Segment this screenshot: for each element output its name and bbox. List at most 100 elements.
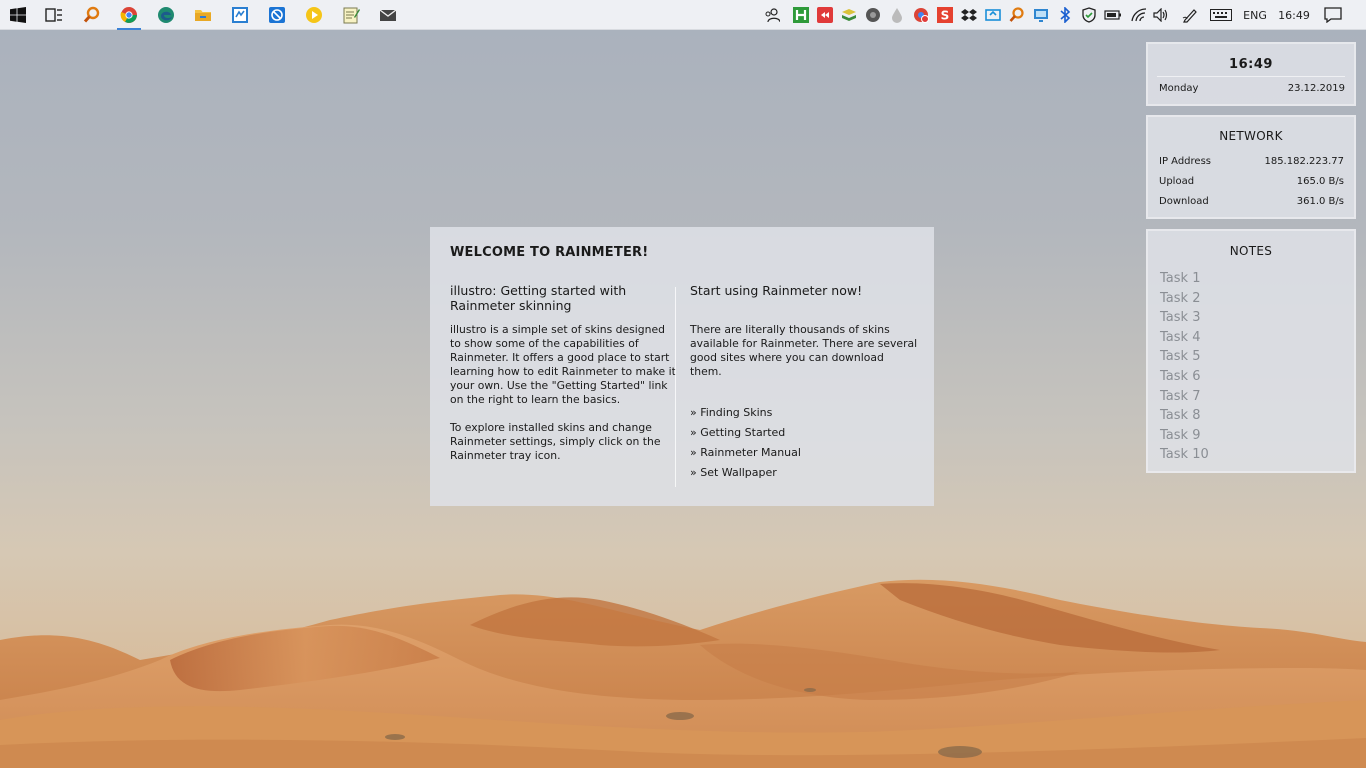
tray-keyboard[interactable] — [1208, 0, 1234, 30]
tray-app-monitor[interactable] — [1029, 0, 1053, 30]
clock-date: 23.12.2019 — [1287, 83, 1345, 94]
yellow-play-icon — [305, 6, 323, 24]
taskbar-time: 16:49 — [1278, 8, 1310, 22]
svg-text:S: S — [941, 9, 950, 23]
tray-bluetooth[interactable] — [1053, 0, 1077, 30]
note-item[interactable]: Task 1 — [1160, 269, 1209, 289]
welcome-links: » Finding Skins » Getting Started » Rain… — [690, 403, 918, 483]
note-item[interactable]: Task 8 — [1160, 406, 1209, 426]
welcome-title: WELCOME TO RAINMETER! — [450, 245, 649, 260]
app-blue-circle-icon — [268, 6, 286, 24]
network-label: Download — [1159, 196, 1209, 207]
task-view-button[interactable] — [36, 0, 72, 30]
network-value: 165.0 B/s — [1296, 176, 1344, 187]
link-rainmeter-manual[interactable]: » Rainmeter Manual — [690, 443, 918, 463]
taskbar-app-notepad[interactable] — [333, 0, 369, 30]
windows-start-button[interactable] — [0, 0, 36, 30]
tray-app-drop[interactable] — [885, 0, 909, 30]
right-body-paragraph: There are literally thousands of skins a… — [690, 323, 918, 378]
windows-start-icon — [10, 7, 26, 23]
note-item[interactable]: Task 6 — [1160, 367, 1209, 387]
clock-time: 16:49 — [1229, 57, 1273, 72]
pen-icon — [1182, 7, 1198, 23]
bluetooth-icon — [1059, 7, 1071, 23]
action-center-button[interactable] — [1320, 0, 1346, 30]
green-h-icon — [793, 7, 809, 23]
taskbar-app-blue[interactable] — [259, 0, 295, 30]
tray-security[interactable] — [1077, 0, 1101, 30]
tray-app-dropbox[interactable] — [957, 0, 981, 30]
welcome-right-column: Start using Rainmeter now! There are lit… — [690, 283, 918, 483]
tray-app-red[interactable] — [813, 0, 837, 30]
tray-app-stack[interactable] — [837, 0, 861, 30]
note-item[interactable]: Task 7 — [1160, 387, 1209, 407]
tray-pen[interactable] — [1178, 0, 1202, 30]
taskbar-app-store[interactable] — [222, 0, 258, 30]
language-indicator[interactable]: ENG — [1240, 0, 1270, 30]
note-item[interactable]: Task 5 — [1160, 347, 1209, 367]
edge-icon — [157, 6, 175, 24]
left-body-paragraph: To explore installed skins and change Ra… — [450, 421, 661, 462]
keyboard-icon — [1210, 9, 1232, 21]
note-item[interactable]: Task 3 — [1160, 308, 1209, 328]
monitor-icon — [1033, 7, 1049, 23]
taskbar-app-chrome[interactable] — [111, 0, 147, 30]
people-icon — [764, 7, 780, 23]
search-tool-icon — [83, 6, 101, 24]
clock-widget[interactable]: 16:49 Monday 23.12.2019 — [1146, 42, 1356, 106]
drop-icon — [889, 7, 905, 23]
taskbar-app-search-tool[interactable] — [74, 0, 110, 30]
network-title: NETWORK — [1219, 129, 1283, 143]
link-finding-skins[interactable]: » Finding Skins — [690, 403, 918, 423]
network-row-upload: Upload 165.0 B/s — [1159, 176, 1344, 187]
notification-icon — [1324, 7, 1342, 23]
notes-widget[interactable]: NOTES Task 1 Task 2 Task 3 Task 4 Task 5… — [1146, 229, 1356, 473]
red-s-icon: S — [937, 7, 953, 23]
battery-icon — [1104, 9, 1122, 21]
chrome-badge-icon — [913, 7, 929, 23]
dropbox-icon — [961, 7, 977, 23]
shield-icon — [1081, 7, 1097, 23]
store-icon — [231, 6, 249, 24]
note-item[interactable]: Task 2 — [1160, 289, 1209, 309]
tray-app-sync[interactable] — [981, 0, 1005, 30]
left-body-paragraph: illustro is a simple set of skins design… — [450, 323, 676, 406]
taskbar-app-player[interactable] — [296, 0, 332, 30]
tray-wifi[interactable] — [1127, 0, 1151, 30]
tray-app-gray-circle[interactable] — [861, 0, 885, 30]
tray-battery[interactable] — [1101, 0, 1125, 30]
network-label: Upload — [1159, 176, 1195, 187]
tray-app-search[interactable] — [1005, 0, 1029, 30]
taskbar-app-edge[interactable] — [148, 0, 184, 30]
taskbar-app-file-explorer[interactable] — [185, 0, 221, 30]
mail-icon — [379, 8, 397, 22]
taskbar: S ENG 16:49 — [0, 0, 1366, 30]
network-row-download: Download 361.0 B/s — [1159, 196, 1344, 207]
volume-icon — [1153, 8, 1169, 22]
red-app-icon — [817, 7, 833, 23]
task-view-icon — [45, 7, 63, 23]
note-item[interactable]: Task 9 — [1160, 426, 1209, 446]
taskbar-clock[interactable]: 16:49 — [1276, 0, 1312, 30]
link-getting-started[interactable]: » Getting Started — [690, 423, 918, 443]
note-item[interactable]: Task 4 — [1160, 328, 1209, 348]
network-label: IP Address — [1159, 156, 1211, 167]
tray-volume[interactable] — [1149, 0, 1173, 30]
clock-date-row: Monday 23.12.2019 — [1159, 83, 1345, 94]
gray-circle-icon — [865, 7, 881, 23]
note-item[interactable]: Task 10 — [1160, 445, 1209, 465]
search-tool-tray-icon — [1009, 7, 1025, 23]
welcome-widget[interactable]: WELCOME TO RAINMETER! illustro: Getting … — [430, 227, 934, 506]
network-widget[interactable]: NETWORK IP Address 185.182.223.77 Upload… — [1146, 115, 1356, 219]
network-value: 361.0 B/s — [1296, 196, 1344, 207]
wifi-icon — [1131, 8, 1147, 22]
people-tray-button[interactable] — [760, 0, 784, 30]
link-set-wallpaper[interactable]: » Set Wallpaper — [690, 463, 918, 483]
column-divider — [675, 287, 676, 487]
sync-icon — [985, 7, 1001, 23]
tray-app-chrome-badge[interactable] — [909, 0, 933, 30]
taskbar-app-mail[interactable] — [370, 0, 406, 30]
tray-app-h[interactable] — [789, 0, 813, 30]
tray-app-s[interactable]: S — [933, 0, 957, 30]
left-heading: illustro: Getting started with Rainmeter… — [450, 283, 627, 313]
